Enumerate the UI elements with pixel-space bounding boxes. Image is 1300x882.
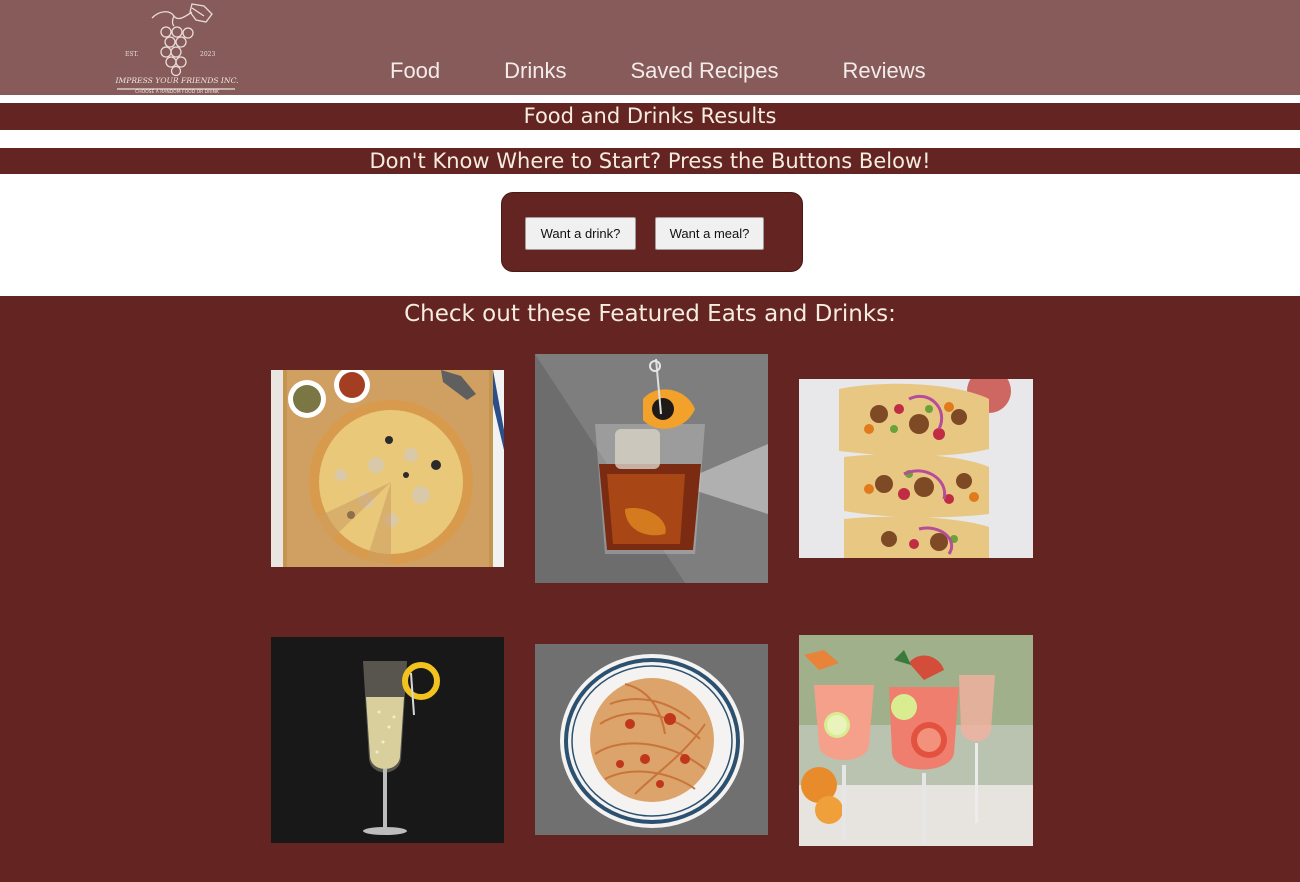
logo-est: EST. bbox=[125, 51, 139, 58]
site-header: EST. 2023 IMPRESS YOUR FRIENDS INC. CHOO… bbox=[0, 0, 1300, 95]
want-meal-button[interactable]: Want a meal? bbox=[655, 217, 764, 250]
spritz-cocktails-photo[interactable] bbox=[799, 635, 1033, 846]
logo-name: IMPRESS YOUR FRIENDS INC. bbox=[114, 76, 238, 85]
nav-reviews[interactable]: Reviews bbox=[810, 56, 957, 86]
logo-tagline: CHOOSE A RANDOM FOOD OR DRINK bbox=[135, 89, 220, 95]
champagne-photo[interactable] bbox=[271, 637, 504, 843]
start-heading: Don't Know Where to Start? Press the But… bbox=[0, 148, 1300, 174]
tacos-photo[interactable] bbox=[799, 379, 1033, 558]
results-heading: Food and Drinks Results bbox=[0, 103, 1300, 130]
want-drink-button[interactable]: Want a drink? bbox=[525, 217, 636, 250]
nav-saved-recipes[interactable]: Saved Recipes bbox=[599, 56, 811, 86]
logo-year: 2023 bbox=[200, 51, 215, 58]
old-fashioned-cocktail-photo[interactable] bbox=[535, 354, 768, 583]
nav-drinks[interactable]: Drinks bbox=[472, 56, 598, 86]
nav-food[interactable]: Food bbox=[358, 56, 472, 86]
spaghetti-photo[interactable] bbox=[535, 644, 768, 835]
pizza-photo[interactable] bbox=[271, 370, 504, 567]
logo[interactable]: EST. 2023 IMPRESS YOUR FRIENDS INC. CHOO… bbox=[112, 0, 242, 95]
featured-title: Check out these Featured Eats and Drinks… bbox=[404, 301, 896, 327]
main-nav: Food Drinks Saved Recipes Reviews bbox=[358, 56, 958, 86]
random-buttons-panel: Want a drink? Want a meal? bbox=[501, 192, 803, 272]
